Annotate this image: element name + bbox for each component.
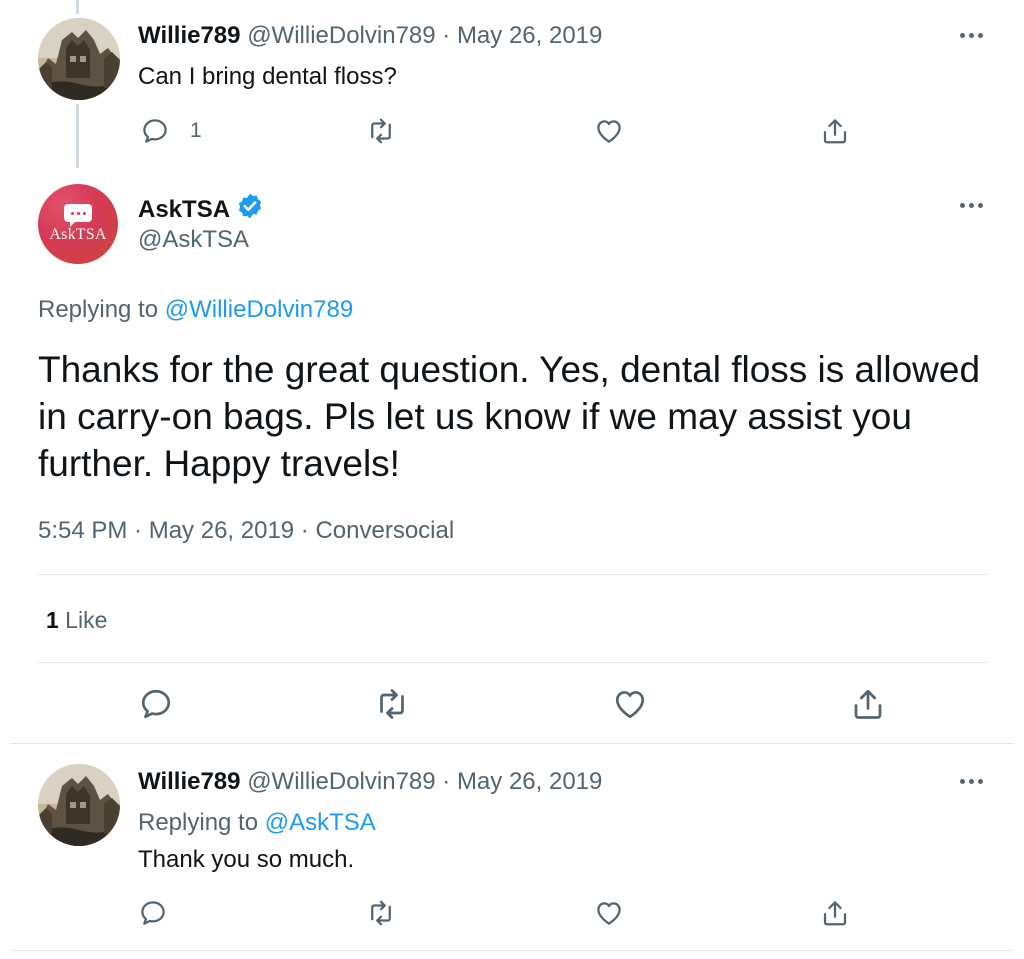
- tweet-timestamp[interactable]: 5:54 PM · May 26, 2019 · Conversocial: [38, 517, 454, 545]
- retweet-icon: [366, 898, 396, 928]
- asktsa-avatar[interactable]: AskTSA: [38, 184, 118, 264]
- like-button[interactable]: [612, 686, 648, 722]
- avatar-photo-image: [38, 764, 120, 846]
- tweet-text: Can I bring dental floss?: [138, 63, 397, 90]
- share-icon: [850, 686, 886, 722]
- more-icon: [959, 778, 965, 784]
- verified-badge-icon: [236, 192, 264, 227]
- divider: [10, 743, 1014, 744]
- thread-line-connector: [76, 104, 79, 168]
- heart-icon: [612, 686, 648, 722]
- share-button[interactable]: [850, 686, 886, 722]
- tweet-text: Thanks for the great question. Yes, dent…: [38, 349, 981, 484]
- share-button[interactable]: [820, 898, 850, 928]
- retweet-button[interactable]: [366, 116, 396, 146]
- more-options-button[interactable]: [956, 200, 986, 210]
- replying-to: Replying to @WillieDolvin789: [38, 296, 354, 323]
- reply-target-link[interactable]: @AskTSA: [265, 809, 376, 836]
- replying-to: Replying to @AskTSA: [138, 809, 376, 836]
- share-icon: [820, 898, 850, 928]
- reply-icon: [138, 898, 168, 928]
- tweet-header: Willie789 @WillieDolvin789 · May 26, 201…: [138, 768, 602, 796]
- display-name[interactable]: AskTSA: [138, 196, 230, 223]
- handle[interactable]: @AskTSA: [138, 226, 249, 254]
- tweet-header: AskTSA: [138, 192, 264, 227]
- reply-target-link[interactable]: @WillieDolvin789: [165, 296, 353, 323]
- avatar-label: AskTSA: [49, 226, 107, 243]
- divider: [38, 662, 988, 663]
- retweet-button[interactable]: [374, 686, 410, 722]
- heart-icon: [594, 116, 624, 146]
- reply-icon: [140, 116, 170, 146]
- handle-date[interactable]: @WillieDolvin789 · May 26, 2019: [247, 768, 602, 795]
- retweet-button[interactable]: [366, 898, 396, 928]
- share-icon: [820, 116, 850, 146]
- reply-count: 1: [190, 119, 202, 142]
- retweet-icon: [366, 116, 396, 146]
- divider: [38, 574, 988, 575]
- more-options-button[interactable]: [956, 776, 986, 786]
- divider: [10, 950, 1014, 951]
- like-button[interactable]: [594, 898, 624, 928]
- reply-button[interactable]: [138, 686, 174, 722]
- likes-count[interactable]: 1 Like: [46, 607, 107, 634]
- avatar-photo-image: [38, 18, 120, 100]
- heart-icon: [594, 898, 624, 928]
- reply-button[interactable]: [138, 898, 168, 928]
- more-options-button[interactable]: [956, 30, 986, 40]
- more-icon: [959, 32, 965, 38]
- tweet-text: Thank you so much.: [138, 846, 355, 873]
- reply-icon: [138, 686, 174, 722]
- like-button[interactable]: [594, 116, 624, 146]
- display-name[interactable]: Willie789: [138, 768, 241, 795]
- chat-bubble-icon: [64, 204, 92, 227]
- display-name[interactable]: Willie789: [138, 22, 241, 49]
- tweet-header: Willie789 @WillieDolvin789 · May 26, 201…: [138, 22, 602, 50]
- avatar[interactable]: [38, 764, 120, 846]
- retweet-icon: [374, 686, 410, 722]
- more-icon: [959, 202, 965, 208]
- thread-line-top: [76, 0, 79, 14]
- share-button[interactable]: [820, 116, 850, 146]
- reply-button[interactable]: [140, 116, 170, 146]
- avatar[interactable]: [38, 18, 120, 100]
- handle-date[interactable]: @WillieDolvin789 · May 26, 2019: [247, 22, 602, 49]
